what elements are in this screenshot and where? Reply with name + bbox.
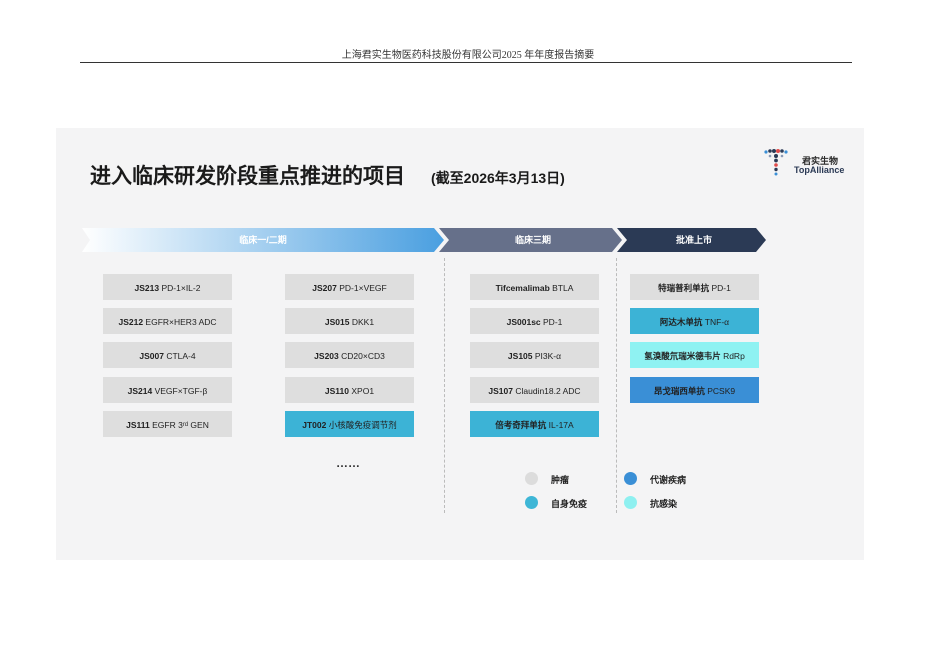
pipeline-item: JT002 小核酸免疫调节剂 bbox=[285, 411, 414, 437]
pipeline-item-code: 倍考奇拜单抗 bbox=[495, 420, 547, 430]
phase-label-2: 临床三期 bbox=[514, 235, 551, 245]
legend-label: 抗感染 bbox=[650, 499, 678, 509]
pipeline-item-target: PD-1×IL-2 bbox=[159, 283, 201, 293]
pipeline-item: 氢溴酸氘瑞米德韦片 RdRp bbox=[630, 342, 759, 368]
pipeline-item-code: 昂戈瑞西单抗 bbox=[653, 386, 705, 396]
pipeline-item: 特瑞普利单抗 PD-1 bbox=[630, 274, 759, 300]
pipeline-item: JS007 CTLA-4 bbox=[103, 342, 232, 368]
pipeline-item-target: PCSK9 bbox=[704, 386, 736, 396]
legend-label: 自身免疫 bbox=[551, 499, 588, 509]
legend-label: 代谢疾病 bbox=[650, 475, 687, 485]
phase-divider-1 bbox=[444, 258, 445, 513]
phase-bar: 临床一/二期 临床三期 批准上市 bbox=[82, 228, 770, 252]
pipeline-item-target: IL-17A bbox=[546, 420, 574, 430]
pipeline-item: JS107 Claudin18.2 ADC bbox=[470, 377, 599, 403]
pipeline-item-code: JS214 bbox=[127, 386, 153, 396]
pipeline-item: JS214 VEGF×TGF-β bbox=[103, 377, 232, 403]
pipeline-item: JS203 CD20×CD3 bbox=[285, 342, 414, 368]
pipeline-item-code: JS213 bbox=[134, 283, 160, 293]
more-ellipsis: …… bbox=[336, 456, 360, 470]
slide-title: 进入临床研发阶段重点推进的项目 bbox=[90, 165, 405, 188]
topalliance-logo-icon bbox=[764, 149, 788, 176]
pipeline-item-target: RdRp bbox=[720, 351, 745, 361]
pipeline-item-target: PD-1 bbox=[709, 283, 731, 293]
legend-label: 肿瘤 bbox=[551, 475, 570, 485]
phase-label-3: 批准上市 bbox=[675, 235, 712, 245]
pipeline-slide: 进入临床研发阶段重点推进的项目 (截至2026年3月13日) 君实生物 TopA… bbox=[56, 128, 864, 560]
legend-dot bbox=[624, 472, 637, 485]
pipeline-item-code: JS001sc bbox=[506, 317, 541, 327]
pipeline-item: JS001sc PD-1 bbox=[470, 308, 599, 334]
pipeline-item: JS207 PD-1×VEGF bbox=[285, 274, 414, 300]
pipeline-item-target: XPO1 bbox=[349, 386, 375, 396]
phase-label-1: 临床一/二期 bbox=[239, 235, 287, 245]
pipeline-item-target: BTLA bbox=[549, 283, 574, 293]
pipeline-item-code: JT002 bbox=[302, 420, 327, 430]
pipeline-item-code: JS107 bbox=[488, 386, 513, 396]
pipeline-item: JS015 DKK1 bbox=[285, 308, 414, 334]
pipeline-item-code: JS007 bbox=[139, 351, 164, 361]
pipeline-item-target: DKK1 bbox=[349, 317, 375, 327]
phase-divider-2 bbox=[616, 258, 617, 513]
legend-dot bbox=[525, 472, 538, 485]
pipeline-item-code: JS110 bbox=[324, 386, 350, 396]
logo-en-text: TopAlliance bbox=[794, 165, 845, 175]
slide-subtitle: (截至2026年3月13日) bbox=[431, 170, 565, 186]
pipeline-item-code: Tifcemalimab bbox=[495, 283, 550, 293]
pipeline-item-target: TNF-α bbox=[702, 317, 730, 327]
pipeline-item-code: 特瑞普利单抗 bbox=[658, 283, 710, 293]
pipeline-item-target: PD-1 bbox=[540, 317, 563, 327]
pipeline-item: JS105 PI3K-α bbox=[470, 342, 599, 368]
pipeline-item-target: PD-1×VEGF bbox=[336, 283, 387, 293]
pipeline-item-target: CTLA-4 bbox=[163, 351, 196, 361]
company-logo: 君实生物 TopAlliance bbox=[760, 146, 856, 180]
legend-dot bbox=[525, 496, 538, 509]
pipeline-item-code: JS105 bbox=[507, 351, 533, 361]
pipeline-item-target: CD20×CD3 bbox=[338, 351, 385, 361]
pipeline-item: Tifcemalimab BTLA bbox=[470, 274, 599, 300]
pipeline-item: 倍考奇拜单抗 IL-17A bbox=[470, 411, 599, 437]
header-rule bbox=[80, 62, 852, 63]
pipeline-item-code: JS207 bbox=[312, 283, 337, 293]
pipeline-item: JS110 XPO1 bbox=[285, 377, 414, 403]
legend-dot bbox=[624, 496, 637, 509]
pipeline-item-target: EGFR 3ʳᵈ GEN bbox=[149, 420, 209, 430]
pipeline-item-code: JS203 bbox=[314, 351, 339, 361]
page-header: 上海君实生物医药科技股份有限公司2025 年年度报告摘要 bbox=[341, 50, 595, 61]
pipeline-item-target: EGFR×HER3 ADC bbox=[143, 317, 217, 327]
pipeline-item: JS213 PD-1×IL-2 bbox=[103, 274, 232, 300]
pipeline-item-code: 氢溴酸氘瑞米德韦片 bbox=[644, 351, 721, 361]
pipeline-item-code: JS212 bbox=[118, 317, 144, 327]
pipeline-item: JS212 EGFR×HER3 ADC bbox=[103, 308, 232, 334]
pipeline-item: JS111 EGFR 3ʳᵈ GEN bbox=[103, 411, 232, 437]
pipeline-item-code: JS111 bbox=[126, 420, 150, 430]
pipeline-item-code: JS015 bbox=[324, 317, 350, 327]
pipeline-item-target: VEGF×TGF-β bbox=[152, 386, 208, 396]
pipeline-item: 昂戈瑞西单抗 PCSK9 bbox=[630, 377, 759, 403]
pipeline-item-target: PI3K-α bbox=[532, 351, 562, 361]
pipeline-item: 阿达木单抗 TNF-α bbox=[630, 308, 759, 334]
pipeline-item-target: Claudin18.2 ADC bbox=[513, 386, 581, 396]
pipeline-item-target: 小核酸免疫调节剂 bbox=[326, 420, 397, 430]
pipeline-item-code: 阿达木单抗 bbox=[659, 317, 703, 327]
